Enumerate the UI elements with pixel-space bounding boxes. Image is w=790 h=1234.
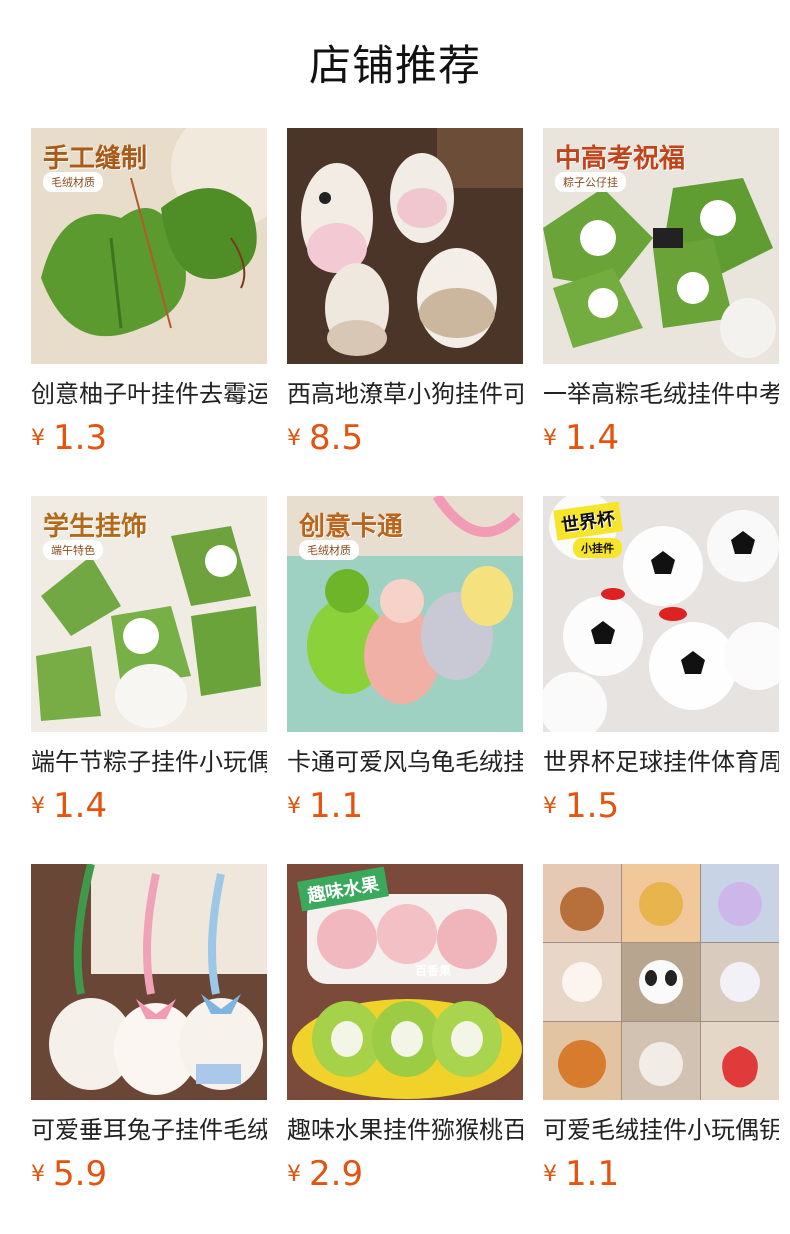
product-price: ¥2.9 (287, 1154, 363, 1194)
product-card[interactable]: 可爱垂耳兔子挂件毛绒玩偶 ¥5.9 (31, 864, 267, 1194)
product-image-fruit-plush[interactable]: 趣味水果 百香果 (287, 864, 523, 1100)
currency-symbol: ¥ (543, 1162, 557, 1187)
product-card[interactable]: 创意卡通 毛绒材质 卡通可爱风乌龟毛绒挂件 ¥1.1 (287, 496, 523, 826)
product-name[interactable]: 可爱垂耳兔子挂件毛绒玩偶 (31, 1112, 267, 1148)
product-name[interactable]: 西高地潦草小狗挂件可爱 (287, 376, 523, 412)
product-card[interactable]: 西高地潦草小狗挂件可爱 ¥8.5 (287, 128, 523, 458)
image-banner: 手工缝制 (43, 144, 148, 174)
price-amount: 5.9 (53, 1154, 108, 1194)
price-amount: 1.1 (565, 1154, 620, 1194)
product-price: ¥1.4 (31, 786, 107, 826)
product-image-fluffy-dog-plush[interactable] (287, 128, 523, 364)
product-name[interactable]: 端午节粽子挂件小玩偶毛绒 (31, 744, 267, 780)
currency-symbol: ¥ (543, 426, 557, 451)
price-amount: 1.1 (309, 786, 364, 826)
price-amount: 1.5 (565, 786, 620, 826)
product-price: ¥5.9 (31, 1154, 107, 1194)
product-image-lop-ear-bunny[interactable] (31, 864, 267, 1100)
product-name[interactable]: 一举高粽毛绒挂件中考高考 (543, 376, 779, 412)
product-price: ¥8.5 (287, 418, 363, 458)
price-amount: 1.4 (565, 418, 620, 458)
image-tag: 小挂件 (573, 538, 622, 558)
product-card[interactable]: 中高考祝福 粽子公仔挂 一举高粽毛绒挂件中考高考 ¥1.4 (543, 128, 779, 458)
product-card[interactable]: 可爱毛绒挂件小玩偶钥匙扣 ¥1.1 (543, 864, 779, 1194)
price-amount: 2.9 (309, 1154, 364, 1194)
currency-symbol: ¥ (31, 794, 45, 819)
image-tag: 毛绒材质 (299, 540, 359, 560)
product-image-assorted-plush-grid[interactable] (543, 864, 779, 1100)
image-tag: 毛绒材质 (43, 172, 103, 192)
product-card[interactable]: 世界杯 小挂件 世界杯足球挂件体育周边 ¥1.5 (543, 496, 779, 826)
product-price: ¥1.3 (31, 418, 107, 458)
image-banner: 创意卡通 (299, 512, 404, 542)
price-amount: 1.4 (53, 786, 108, 826)
product-name[interactable]: 趣味水果挂件猕猴桃百香果 (287, 1112, 523, 1148)
product-price: ¥1.1 (287, 786, 363, 826)
product-image-green-leaf-plush[interactable]: 手工缝制 毛绒材质 (31, 128, 267, 364)
image-banner: 学生挂饰 (43, 512, 148, 542)
image-banner: 中高考祝福 (555, 144, 686, 174)
product-name[interactable]: 创意柚子叶挂件去霉运毛绒 (31, 376, 267, 412)
image-tag: 百香果 (415, 964, 452, 978)
product-card[interactable]: 学生挂饰 端午特色 端午节粽子挂件小玩偶毛绒 ¥1.4 (31, 496, 267, 826)
currency-symbol: ¥ (543, 794, 557, 819)
product-price: ¥1.4 (543, 418, 619, 458)
price-amount: 1.3 (53, 418, 108, 458)
product-name[interactable]: 卡通可爱风乌龟毛绒挂件 (287, 744, 523, 780)
page-title: 店铺推荐 (308, 41, 481, 90)
currency-symbol: ¥ (287, 1162, 301, 1187)
product-card[interactable]: 趣味水果 百香果 趣味水果挂件猕猴桃百香果 ¥2.9 (287, 864, 523, 1194)
currency-symbol: ¥ (287, 794, 301, 819)
product-price: ¥1.1 (543, 1154, 619, 1194)
product-image-turtle-plush[interactable]: 创意卡通 毛绒材质 (287, 496, 523, 732)
image-tag: 粽子公仔挂 (555, 172, 626, 192)
product-image-zongzi-dragon-boat[interactable]: 学生挂饰 端午特色 (31, 496, 267, 732)
product-card[interactable]: 手工缝制 毛绒材质 创意柚子叶挂件去霉运毛绒 ¥1.3 (31, 128, 267, 458)
product-image-soccer-ball-plush[interactable]: 世界杯 小挂件 (543, 496, 779, 732)
product-name[interactable]: 世界杯足球挂件体育周边 (543, 744, 779, 780)
price-amount: 8.5 (309, 418, 364, 458)
product-price: ¥1.5 (543, 786, 619, 826)
product-image-zongzi-plush[interactable]: 中高考祝福 粽子公仔挂 (543, 128, 779, 364)
currency-symbol: ¥ (31, 426, 45, 451)
product-name[interactable]: 可爱毛绒挂件小玩偶钥匙扣 (543, 1112, 779, 1148)
image-tag: 端午特色 (43, 540, 103, 560)
currency-symbol: ¥ (31, 1162, 45, 1187)
currency-symbol: ¥ (287, 426, 301, 451)
